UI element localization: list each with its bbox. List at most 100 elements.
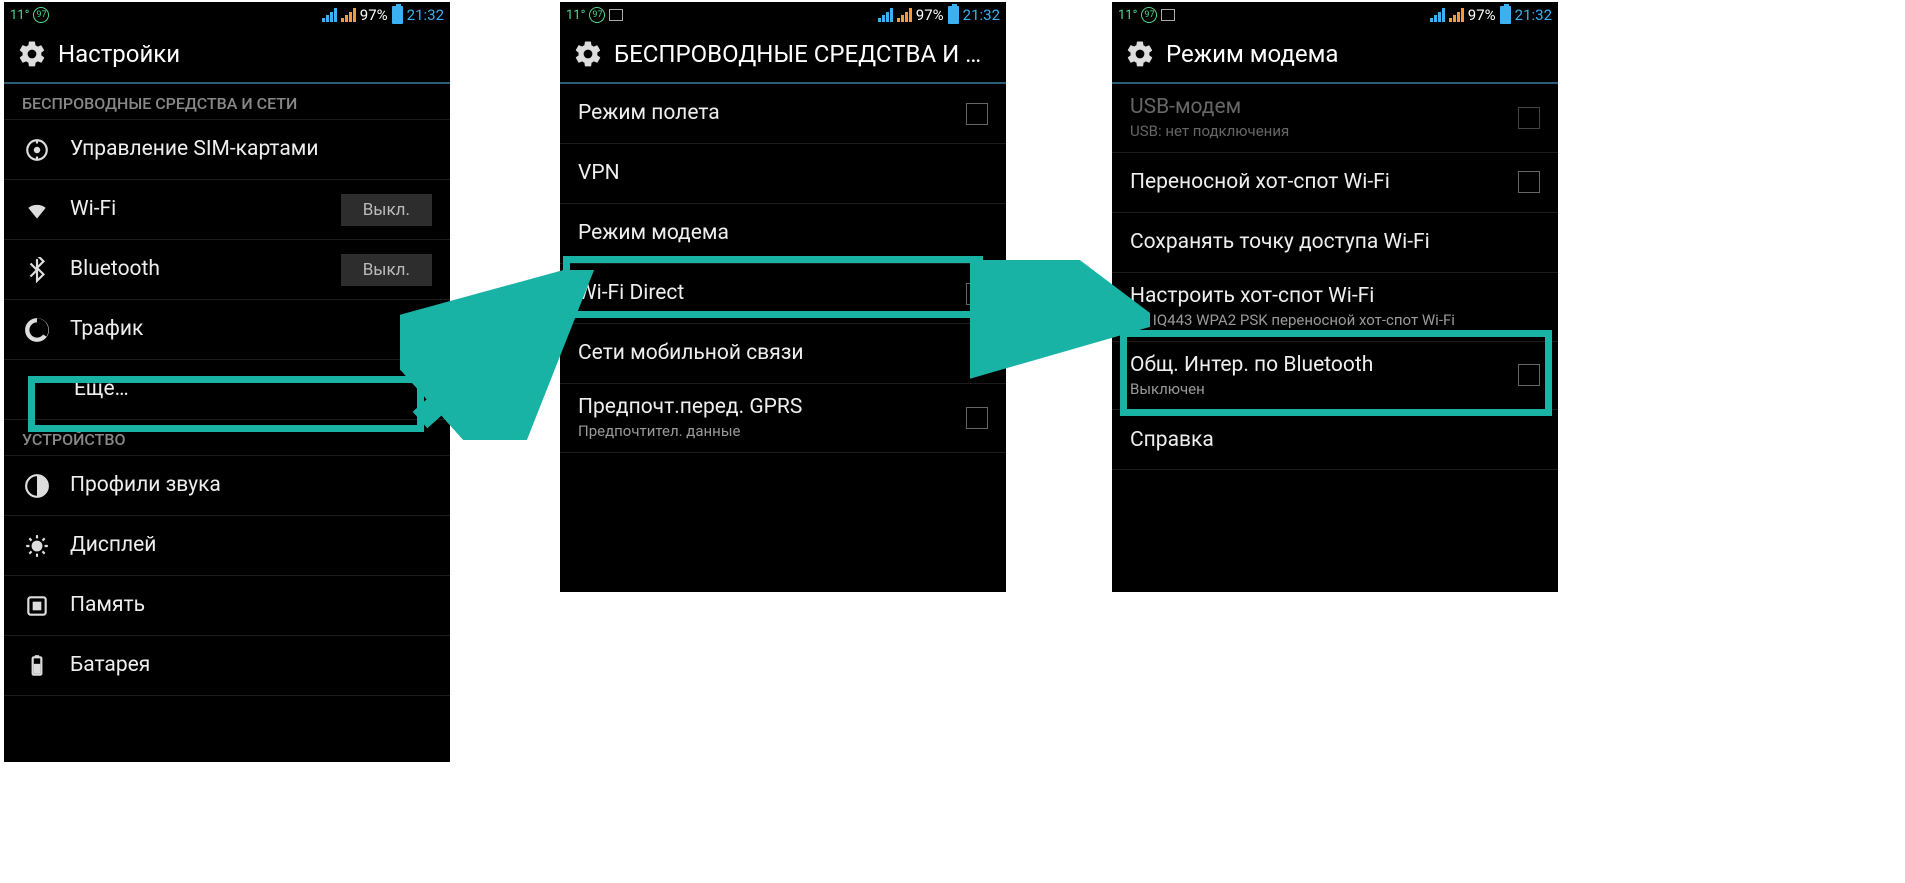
item-label: VPN: [578, 160, 988, 186]
item-data-usage[interactable]: Трафик: [4, 300, 450, 360]
bluetooth-icon: [22, 255, 52, 285]
item-usb-tether: USB-модем USB: нет подключения: [1112, 84, 1558, 153]
item-label: Управление SIM-картами: [70, 136, 432, 162]
item-label: USB-модем: [1130, 94, 1518, 120]
battery-pct: 97%: [360, 6, 388, 24]
item-display[interactable]: Дисплей: [4, 516, 450, 576]
usb-checkbox: [1518, 107, 1540, 129]
qs-icon: 97: [589, 7, 605, 23]
item-label: Дисплей: [70, 532, 432, 558]
item-sublabel: USB: нет подключения: [1130, 122, 1518, 142]
sim-icon: [22, 135, 52, 165]
status-temp: 11°: [1118, 8, 1137, 23]
item-bluetooth[interactable]: Bluetooth Выкл.: [4, 240, 450, 300]
clock: 21:32: [1515, 6, 1552, 24]
sound-icon: [22, 471, 52, 501]
header: Настройки: [4, 28, 450, 84]
item-label: Режим полета: [578, 100, 966, 126]
item-label: Память: [70, 592, 432, 618]
gallery-icon: [1161, 9, 1175, 21]
item-sublabel: Выключен: [1130, 380, 1518, 400]
item-help[interactable]: Справка: [1112, 410, 1558, 470]
signal-sim1-icon: [878, 8, 893, 22]
page-title: Настройки: [58, 40, 180, 68]
item-gprs[interactable]: Предпочт.перед. GPRS Предпочтител. данны…: [560, 384, 1006, 453]
item-label: Wi-Fi Direct: [578, 280, 966, 306]
signal-sim2-icon: [897, 8, 912, 22]
item-label: Переносной хот-спот Wi-Fi: [1130, 169, 1518, 195]
qs-icon: 97: [33, 7, 49, 23]
item-storage[interactable]: Память: [4, 576, 450, 636]
item-label: Wi-Fi: [70, 196, 341, 222]
wifidirect-checkbox[interactable]: [966, 283, 988, 305]
item-sublabel: Fly IQ443 WPA2 PSK переносной хот-спот W…: [1130, 311, 1540, 331]
wifi-toggle[interactable]: Выкл.: [341, 194, 432, 226]
item-battery[interactable]: Батарея: [4, 636, 450, 696]
hotspot-checkbox[interactable]: [1518, 171, 1540, 193]
item-label: Настроить хот-спот Wi-Fi: [1130, 283, 1540, 309]
clock: 21:32: [407, 6, 444, 24]
battery-pct: 97%: [916, 6, 944, 24]
item-airplane[interactable]: Режим полета: [560, 84, 1006, 144]
header[interactable]: БЕСПРОВОДНЫЕ СРЕДСТВА И СЕ…: [560, 28, 1006, 84]
item-label: Трафик: [70, 316, 432, 342]
item-label: Профили звука: [70, 472, 432, 498]
gprs-checkbox[interactable]: [966, 407, 988, 429]
item-label: Bluetooth: [70, 256, 341, 282]
item-label: Сохранять точку доступа Wi-Fi: [1130, 229, 1540, 255]
signal-sim2-icon: [1449, 8, 1464, 22]
btshare-checkbox[interactable]: [1518, 364, 1540, 386]
section-device: УСТРОЙСТВО: [4, 420, 450, 456]
status-temp: 11°: [10, 8, 29, 23]
item-tethering[interactable]: Режим модема: [560, 204, 1006, 264]
gallery-icon: [609, 9, 623, 21]
battery-menu-icon: [22, 651, 52, 681]
qs-icon: 97: [1141, 7, 1157, 23]
screen-settings: 11° 97 97% 21:32 Настройки БЕСПРОВОДНЫЕ …: [4, 2, 450, 762]
item-sim[interactable]: Управление SIM-картами: [4, 120, 450, 180]
signal-sim2-icon: [341, 8, 356, 22]
clock: 21:32: [963, 6, 1000, 24]
battery-icon: [392, 6, 403, 24]
status-temp: 11°: [566, 8, 585, 23]
screen-wireless-more: 11° 97 97% 21:32 БЕСПРОВОДНЫЕ СРЕДСТВА И…: [560, 2, 1006, 592]
item-keep-hotspot[interactable]: Сохранять точку доступа Wi-Fi: [1112, 213, 1558, 273]
status-bar: 11° 97 97% 21:32: [1112, 2, 1558, 28]
battery-icon: [948, 6, 959, 24]
item-sublabel: Предпочтител. данные: [578, 422, 966, 442]
item-label: Сети мобильной связи: [578, 340, 988, 366]
bt-toggle[interactable]: Выкл.: [341, 254, 432, 286]
data-usage-icon: [22, 315, 52, 345]
page-title: Режим модема: [1166, 40, 1338, 68]
item-vpn[interactable]: VPN: [560, 144, 1006, 204]
item-label: Батарея: [70, 652, 432, 678]
battery-icon: [1500, 6, 1511, 24]
signal-sim1-icon: [1430, 8, 1445, 22]
item-label: Предпочт.перед. GPRS: [578, 394, 966, 420]
item-wifi[interactable]: Wi-Fi Выкл.: [4, 180, 450, 240]
display-icon: [22, 531, 52, 561]
status-bar: 11° 97 97% 21:32: [4, 2, 450, 28]
item-more[interactable]: Еще…: [4, 360, 450, 420]
screen-tethering: 11° 97 97% 21:32 Режим модема USB-модем …: [1112, 2, 1558, 592]
item-bt-tether[interactable]: Общ. Интер. по Bluetooth Выключен: [1112, 342, 1558, 411]
item-wifi-direct[interactable]: Wi-Fi Direct: [560, 264, 1006, 324]
signal-sim1-icon: [322, 8, 337, 22]
header[interactable]: Режим модема: [1112, 28, 1558, 84]
item-label: Еще…: [74, 376, 432, 402]
settings-gear-icon: [16, 38, 48, 70]
item-setup-hotspot[interactable]: Настроить хот-спот Wi-Fi Fly IQ443 WPA2 …: [1112, 273, 1558, 342]
airplane-checkbox[interactable]: [966, 103, 988, 125]
item-label: Справка: [1130, 427, 1540, 453]
item-label: Общ. Интер. по Bluetooth: [1130, 352, 1518, 378]
page-title: БЕСПРОВОДНЫЕ СРЕДСТВА И СЕ…: [614, 40, 994, 68]
item-mobile-networks[interactable]: Сети мобильной связи: [560, 324, 1006, 384]
section-wireless: БЕСПРОВОДНЫЕ СРЕДСТВА И СЕТИ: [4, 84, 450, 120]
item-hotspot[interactable]: Переносной хот-спот Wi-Fi: [1112, 153, 1558, 213]
status-bar: 11° 97 97% 21:32: [560, 2, 1006, 28]
item-label: Режим модема: [578, 220, 988, 246]
item-sound[interactable]: Профили звука: [4, 456, 450, 516]
settings-gear-icon: [1124, 38, 1156, 70]
wifi-icon: [22, 195, 52, 225]
storage-icon: [22, 591, 52, 621]
